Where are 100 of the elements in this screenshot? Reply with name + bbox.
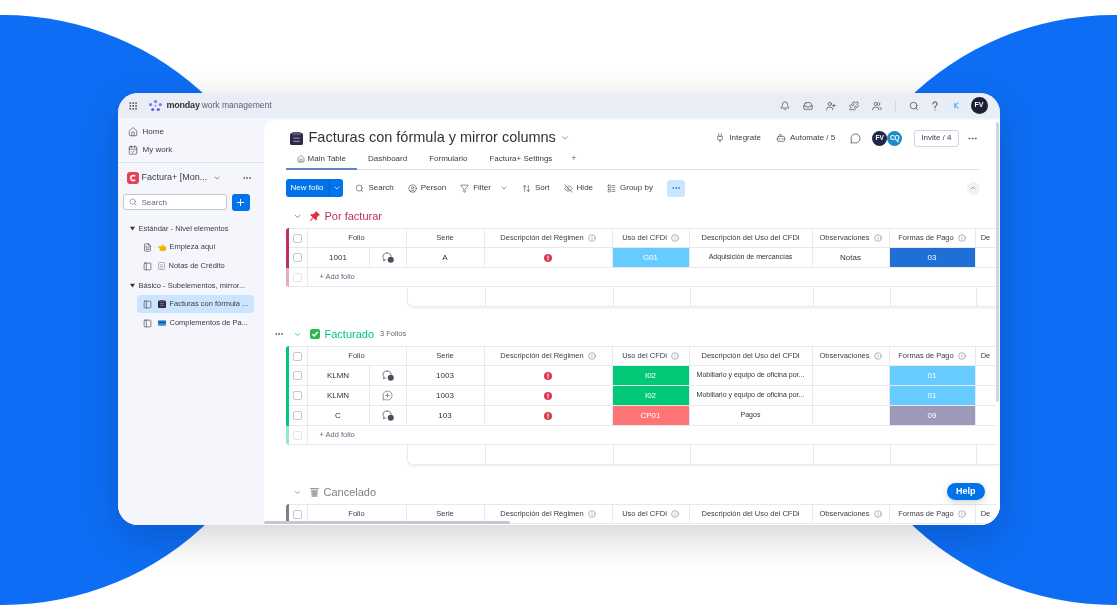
workspace-icon — [126, 172, 139, 184]
bell-icon[interactable] — [779, 100, 790, 111]
toolbar-button[interactable]: Hide — [563, 182, 594, 194]
house-icon — [296, 155, 305, 163]
user-plus-icon[interactable] — [825, 100, 836, 111]
checkbox-placeholder — [293, 430, 302, 440]
toolbar-button[interactable]: Sort — [521, 182, 550, 194]
table-cell: 1003 — [406, 386, 485, 405]
robot-icon — [775, 133, 786, 143]
hand-icon — [157, 243, 166, 251]
workspace-selector[interactable]: Factura+ [Mon... — [141, 171, 222, 185]
view-tab[interactable]: Factura+ Settings — [478, 150, 564, 170]
search-icon — [128, 198, 137, 206]
new-item-menu-button[interactable] — [329, 179, 344, 197]
chevron-down-icon — [332, 184, 341, 192]
info-icon — [587, 510, 596, 518]
add-view-button[interactable]: + — [563, 149, 585, 169]
brand-name: monday — [166, 98, 200, 112]
users-icon[interactable] — [871, 100, 882, 111]
info-icon — [670, 510, 679, 518]
checkbox-placeholder — [293, 272, 302, 282]
checkbox[interactable] — [293, 411, 302, 420]
table-cell[interactable]: 1001 — [307, 248, 370, 267]
calendar-check-icon — [127, 145, 138, 155]
scrollbar-thumb[interactable] — [263, 521, 510, 524]
table-cell[interactable]: KLMN — [307, 386, 370, 405]
puzzle-icon[interactable] — [848, 100, 859, 111]
trash-icon — [309, 487, 319, 497]
add-chat-icon[interactable] — [382, 390, 393, 401]
info-icon — [873, 352, 882, 360]
pin-icon — [309, 211, 320, 221]
view-tab[interactable]: Main Table — [285, 150, 358, 170]
toolbar-button[interactable]: Search — [355, 182, 394, 194]
help-icon[interactable] — [931, 100, 938, 111]
chat-badge-icon[interactable] — [381, 252, 394, 263]
more-button[interactable] — [666, 179, 685, 197]
nav-item[interactable]: My work — [117, 142, 264, 158]
plus-icon — [235, 196, 246, 208]
header-action-button[interactable]: Automate / 5 — [775, 132, 836, 144]
scrollbar-thumb[interactable] — [995, 122, 999, 402]
board-title: Facturas con fórmula y mirror columns — [308, 128, 556, 148]
panel-icon — [142, 299, 152, 309]
group-color-bar-faded — [285, 268, 289, 287]
view-tab[interactable]: Dashboard — [357, 150, 419, 170]
info-icon — [957, 352, 966, 360]
search-field[interactable]: Search — [122, 194, 227, 210]
plug-icon — [715, 133, 726, 143]
apps-grid-icon[interactable] — [127, 100, 138, 111]
chevron-down-icon — [213, 174, 222, 182]
info-icon — [587, 234, 596, 242]
checkbox[interactable] — [293, 351, 302, 361]
checkbox[interactable] — [293, 371, 302, 380]
new-item-button[interactable]: New folio — [285, 179, 330, 197]
invite-button[interactable]: Invite / 4 — [914, 129, 959, 147]
table-cell: A — [406, 248, 485, 267]
toolbar-button[interactable]: Person — [407, 182, 447, 194]
help-button[interactable]: Help — [947, 483, 985, 500]
panel-icon — [142, 261, 152, 271]
app-icon[interactable] — [950, 100, 962, 111]
info-icon — [587, 352, 596, 360]
house-icon — [127, 127, 138, 137]
chat-button[interactable] — [850, 132, 862, 144]
nav-item[interactable]: Home — [117, 124, 264, 140]
table-cell: 103 — [406, 406, 485, 425]
table-cell: Notas — [812, 248, 890, 267]
inbox-icon[interactable] — [802, 100, 813, 111]
group-color-bar-faded — [285, 426, 289, 445]
info-icon — [873, 234, 882, 242]
table-cell[interactable]: KLMN — [307, 366, 370, 385]
view-tab[interactable]: Formulario — [418, 150, 479, 170]
chat-badge-icon[interactable] — [381, 370, 394, 381]
info-icon — [873, 510, 882, 518]
notebook-icon — [157, 300, 166, 308]
chevron-down-icon — [559, 133, 570, 143]
notebook-icon — [289, 131, 303, 145]
group-title[interactable]: Por facturar — [324, 207, 382, 225]
toolbar-button[interactable]: Filter — [460, 182, 508, 194]
checkbox[interactable] — [293, 253, 302, 262]
table-cell: 1003 — [406, 366, 485, 385]
sort-icon — [521, 183, 531, 193]
toolbar-button[interactable]: Group by — [607, 182, 653, 194]
document-icon — [142, 242, 152, 252]
checkbox[interactable] — [293, 233, 302, 243]
person-icon — [407, 183, 417, 193]
check-box-icon — [309, 329, 320, 339]
status-cell[interactable]: 03 — [889, 248, 976, 267]
checkbox[interactable] — [293, 509, 302, 519]
chat-badge-icon[interactable] — [381, 410, 394, 421]
table-cell[interactable]: C — [307, 406, 370, 425]
checkbox[interactable] — [293, 391, 302, 400]
info-icon — [670, 234, 679, 242]
header-action-button[interactable]: Integrate — [715, 132, 761, 144]
info-icon — [957, 234, 966, 242]
search-icon[interactable] — [908, 100, 919, 111]
group-title[interactable]: Cancelado — [323, 483, 377, 501]
page-icon — [157, 262, 165, 270]
filter-icon — [460, 183, 470, 193]
chevron-up-icon — [969, 184, 977, 192]
chat-icon — [850, 132, 862, 144]
add-button[interactable] — [231, 193, 250, 211]
